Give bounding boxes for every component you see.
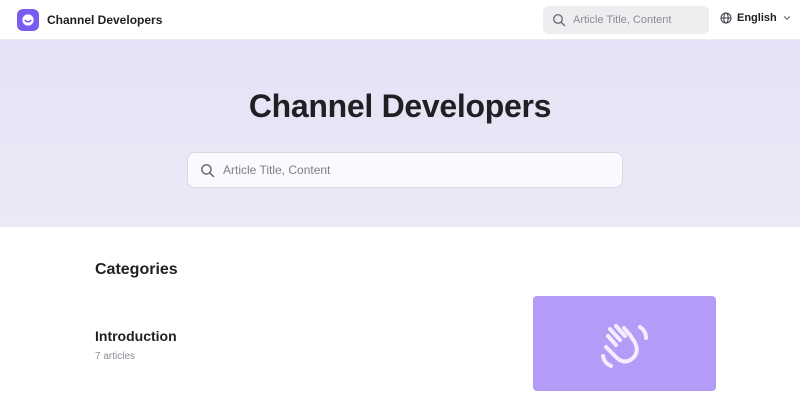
category-title-introduction[interactable]: Introduction <box>95 328 177 344</box>
hero-search[interactable] <box>187 152 623 188</box>
language-selector[interactable]: English <box>720 12 791 24</box>
header-search[interactable] <box>543 6 709 34</box>
channel-logo-icon[interactable] <box>17 9 39 31</box>
category-card-introduction[interactable] <box>533 296 716 391</box>
chevron-down-icon <box>783 16 790 21</box>
header-search-input[interactable] <box>573 14 703 26</box>
category-article-count: 7 articles <box>95 351 136 362</box>
hero-search-input[interactable] <box>223 163 613 177</box>
globe-icon <box>720 12 732 24</box>
waving-hand-icon <box>600 323 648 368</box>
hero-title: Channel Developers <box>248 88 552 124</box>
brand-title[interactable]: Channel Developers <box>47 13 162 27</box>
hero-banner: Channel Developers <box>0 40 800 227</box>
search-icon <box>552 13 566 27</box>
language-label: English <box>737 12 777 24</box>
top-bar: Channel Developers English <box>0 0 800 40</box>
search-icon <box>201 163 215 177</box>
categories-heading: Categories <box>95 261 178 278</box>
